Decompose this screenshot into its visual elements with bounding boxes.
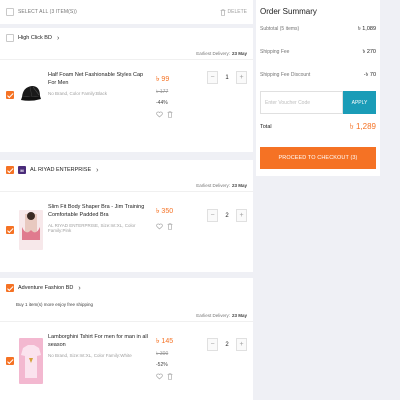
- decrease-quantity-button[interactable]: −: [207, 209, 218, 222]
- increase-quantity-button[interactable]: +: [236, 338, 247, 351]
- store-name[interactable]: AL RIYAD ENTERPRISE: [30, 167, 91, 173]
- total-value: ৳ 1,289: [349, 121, 376, 131]
- item-info: Lamborghini Tshirt For men for man in al…: [48, 322, 148, 358]
- delivery-info: Earliest Delivery: 23 May: [0, 310, 253, 322]
- chevron-right-icon[interactable]: ›: [96, 167, 98, 174]
- delivery-info: Earliest Delivery: 23 May: [0, 180, 253, 192]
- order-summary-title: Order Summary: [260, 7, 317, 16]
- store-header: High Click BD ›: [0, 28, 253, 48]
- delete-button[interactable]: DELETE: [220, 8, 247, 16]
- delivery-info: Earliest Delivery: 23 May: [0, 48, 253, 60]
- store-header: Adventure Fashion BD ›: [0, 278, 253, 298]
- apply-voucher-button[interactable]: APPLY: [343, 91, 376, 114]
- store-checkbox[interactable]: [6, 34, 14, 42]
- delivery-label: Earliest Delivery:: [196, 51, 230, 56]
- heart-icon[interactable]: [156, 111, 163, 118]
- shipping-fee-label: Shipping Fee: [260, 49, 290, 55]
- item-checkbox[interactable]: [6, 357, 14, 365]
- voucher-code-input[interactable]: [260, 91, 343, 114]
- increase-quantity-button[interactable]: +: [236, 71, 247, 84]
- quantity-value: 2: [225, 212, 229, 219]
- chevron-right-icon[interactable]: ›: [57, 35, 59, 42]
- cart-item: Half Foam Net Fashionable Styles Cap For…: [0, 60, 253, 130]
- chevron-right-icon[interactable]: ›: [78, 285, 80, 292]
- voucher-form: APPLY: [260, 91, 376, 114]
- item-title[interactable]: Lamborghini Tshirt For men for man in al…: [48, 333, 148, 349]
- heart-icon[interactable]: [156, 223, 163, 230]
- store-name[interactable]: Adventure Fashion BD: [18, 285, 73, 291]
- product-image-tshirt[interactable]: [19, 338, 43, 384]
- item-original-price: ৳ 300: [156, 351, 169, 357]
- trash-icon[interactable]: [167, 373, 173, 380]
- select-all-bar: SELECT ALL (3 ITEM(S)) DELETE: [0, 0, 253, 24]
- item-title[interactable]: Half Foam Net Fashionable Styles Cap For…: [48, 71, 148, 87]
- select-all-checkbox[interactable]: [6, 8, 14, 16]
- store-card: High Click BD › Earliest Delivery: 23 May…: [0, 28, 253, 152]
- quantity-stepper: − 2 +: [207, 322, 247, 351]
- item-checkbox[interactable]: [6, 91, 14, 99]
- store-checkbox[interactable]: [6, 166, 14, 174]
- store-card: M AL RIYAD ENTERPRISE › Earliest Deliver…: [0, 160, 253, 272]
- item-price-box: ৳ 99 ৳ 177 -44%: [156, 60, 200, 118]
- item-price-box: ৳ 145 ৳ 300 -52%: [156, 322, 200, 380]
- proceed-to-checkout-button[interactable]: PROCEED TO CHECKOUT (3): [260, 147, 376, 169]
- store-header: M AL RIYAD ENTERPRISE ›: [0, 160, 253, 180]
- select-all-label[interactable]: SELECT ALL (3 ITEM(S)): [18, 9, 220, 15]
- item-title[interactable]: Slim Fit Body Shaper Bra - Jim Training …: [48, 203, 148, 219]
- total-label: Total: [260, 124, 272, 130]
- quantity-stepper: − 2 +: [207, 192, 247, 222]
- item-info: Half Foam Net Fashionable Styles Cap For…: [48, 60, 148, 96]
- item-meta: No Brand, Color Family:Black: [48, 91, 108, 96]
- store-checkbox[interactable]: [6, 284, 14, 292]
- shipping-discount-value: -৳ 70: [363, 72, 376, 78]
- free-shipping-promo: Buy 1 item(s) more enjoy free shipping: [16, 301, 94, 307]
- delivery-label: Earliest Delivery:: [196, 313, 230, 318]
- item-discount: -52%: [156, 362, 168, 368]
- item-info: Slim Fit Body Shaper Bra - Jim Training …: [48, 192, 148, 233]
- mall-badge-icon: M: [18, 166, 26, 174]
- cart-item: Slim Fit Body Shaper Bra - Jim Training …: [0, 192, 253, 268]
- shipping-discount-label: Shipping Fee Discount: [260, 72, 311, 78]
- shipping-fee-value: ৳ 270: [362, 49, 376, 55]
- delivery-label: Earliest Delivery:: [196, 183, 230, 188]
- store-card: Adventure Fashion BD › Buy 1 item(s) mor…: [0, 278, 253, 400]
- item-actions: [156, 223, 200, 230]
- shipping-fee-row: Shipping Fee ৳ 270: [260, 49, 376, 72]
- subtotal-row: Subtotal (5 items) ৳ 1,089: [260, 26, 376, 49]
- store-name[interactable]: High Click BD: [18, 35, 52, 41]
- item-meta: No Brand, Size:Int:XL, Color Family:Whit…: [48, 353, 132, 358]
- delivery-date: 23 May: [231, 313, 247, 318]
- item-meta: AL RIYAD ENTERPRISE, Size:Int:XL, Color …: [48, 223, 136, 233]
- item-actions: [156, 111, 200, 118]
- item-price: ৳ 350: [156, 208, 174, 215]
- delivery-date: 23 May: [231, 183, 247, 188]
- item-checkbox[interactable]: [6, 226, 14, 234]
- trash-icon[interactable]: [167, 111, 173, 118]
- delete-label: DELETE: [227, 9, 247, 15]
- product-image-bra[interactable]: [19, 210, 43, 250]
- subtotal-value: ৳ 1,089: [357, 26, 376, 32]
- quantity-stepper: − 1 +: [207, 60, 247, 84]
- total-row: Total ৳ 1,289: [260, 121, 376, 133]
- order-summary: Order Summary Subtotal (5 items) ৳ 1,089…: [256, 0, 380, 176]
- item-discount: -44%: [156, 100, 168, 106]
- decrease-quantity-button[interactable]: −: [207, 71, 218, 84]
- trash-icon: [220, 8, 226, 16]
- cart-item: Lamborghini Tshirt For men for man in al…: [0, 322, 253, 400]
- quantity-value: 1: [225, 74, 229, 81]
- item-price: ৳ 145: [156, 338, 174, 345]
- delivery-date: 23 May: [231, 51, 247, 56]
- item-price-box: ৳ 350: [156, 192, 200, 230]
- item-price: ৳ 99: [156, 76, 170, 83]
- item-original-price: ৳ 177: [156, 89, 169, 95]
- quantity-value: 2: [225, 341, 229, 348]
- decrease-quantity-button[interactable]: −: [207, 338, 218, 351]
- product-image-cap[interactable]: [19, 75, 43, 115]
- item-actions: [156, 373, 200, 380]
- heart-icon[interactable]: [156, 373, 163, 380]
- trash-icon[interactable]: [167, 223, 173, 230]
- subtotal-label: Subtotal (5 items): [260, 26, 300, 32]
- increase-quantity-button[interactable]: +: [236, 209, 247, 222]
